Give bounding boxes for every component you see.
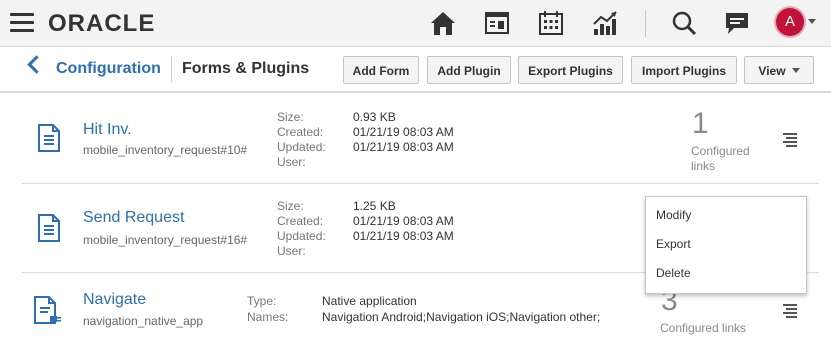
row-actions-menu-icon[interactable] <box>783 133 797 147</box>
meta-label: User: <box>277 155 306 169</box>
header-divider <box>0 91 831 93</box>
analytics-icon[interactable] <box>589 7 621 39</box>
row-context-menu: Modify Export Delete <box>645 196 807 294</box>
meta-label: User: <box>277 244 306 258</box>
configured-links-label-line: links <box>691 159 716 173</box>
breadcrumb-separator <box>171 56 172 82</box>
view-menu-label: View <box>758 64 786 78</box>
view-menu-button[interactable]: View <box>744 56 814 84</box>
search-icon[interactable] <box>668 7 700 39</box>
item-subtitle: mobile_inventory_request#16# <box>83 233 248 247</box>
toolbar-separator <box>645 10 646 37</box>
meta-value: Native application <box>322 294 417 308</box>
avatar[interactable]: A <box>776 8 804 36</box>
meta-value: 0.93 KB <box>353 110 396 124</box>
meta-value: 01/21/19 08:03 AM <box>353 214 454 228</box>
configured-links-label: Configured links <box>660 321 747 335</box>
row-divider <box>22 183 819 184</box>
meta-value: 01/21/19 08:03 AM <box>353 140 454 154</box>
meta-label: Updated: <box>277 229 326 243</box>
oracle-logo: ORACLE <box>48 10 156 37</box>
meta-label: Type: <box>247 294 277 308</box>
configured-links-count: 1 <box>692 107 709 140</box>
menu-item-modify[interactable]: Modify <box>656 208 691 222</box>
add-form-button[interactable]: Add Form <box>343 56 419 84</box>
row-actions-menu-icon[interactable] <box>783 304 797 318</box>
meta-value: 01/21/19 08:03 AM <box>353 229 454 243</box>
export-plugins-button[interactable]: Export Plugins <box>518 56 623 84</box>
page-title: Forms & Plugins <box>182 60 310 77</box>
meta-label: Size: <box>277 199 304 213</box>
meta-value: Navigation Android;Navigation iOS;Naviga… <box>322 310 601 324</box>
hamburger-menu-icon[interactable] <box>10 13 34 33</box>
reports-icon[interactable] <box>481 7 513 39</box>
item-title-link[interactable]: Navigate <box>83 291 146 309</box>
document-icon <box>38 214 60 242</box>
item-subtitle: navigation_native_app <box>83 314 204 328</box>
chat-icon[interactable] <box>721 7 753 39</box>
meta-value: 01/21/19 08:03 AM <box>353 125 454 139</box>
item-title-link[interactable]: Hit Inv. <box>83 121 132 139</box>
configured-links-label: Configured links <box>691 144 750 174</box>
item-subtitle: mobile_inventory_request#10# <box>83 143 248 157</box>
meta-label: Created: <box>277 125 324 139</box>
breadcrumb[interactable]: Configuration <box>56 60 161 78</box>
meta-value: 1.25 KB <box>353 199 396 213</box>
home-icon[interactable] <box>427 7 459 39</box>
meta-label: Size: <box>277 110 304 124</box>
item-title-link[interactable]: Send Request <box>83 209 184 227</box>
meta-label: Names: <box>247 310 289 324</box>
avatar-chevron-down-icon[interactable] <box>808 19 816 24</box>
import-plugins-button[interactable]: Import Plugins <box>631 56 737 84</box>
chevron-down-icon <box>791 68 800 73</box>
meta-label: Created: <box>277 214 324 228</box>
menu-item-delete[interactable]: Delete <box>656 266 691 280</box>
meta-label: Updated: <box>277 140 326 154</box>
menu-item-export[interactable]: Export <box>656 237 691 251</box>
calendar-icon[interactable] <box>535 7 567 39</box>
add-plugin-button[interactable]: Add Plugin <box>427 56 511 84</box>
document-icon <box>38 124 60 152</box>
plugin-document-icon <box>34 296 62 324</box>
configured-links-label-line: Configured <box>691 144 750 158</box>
